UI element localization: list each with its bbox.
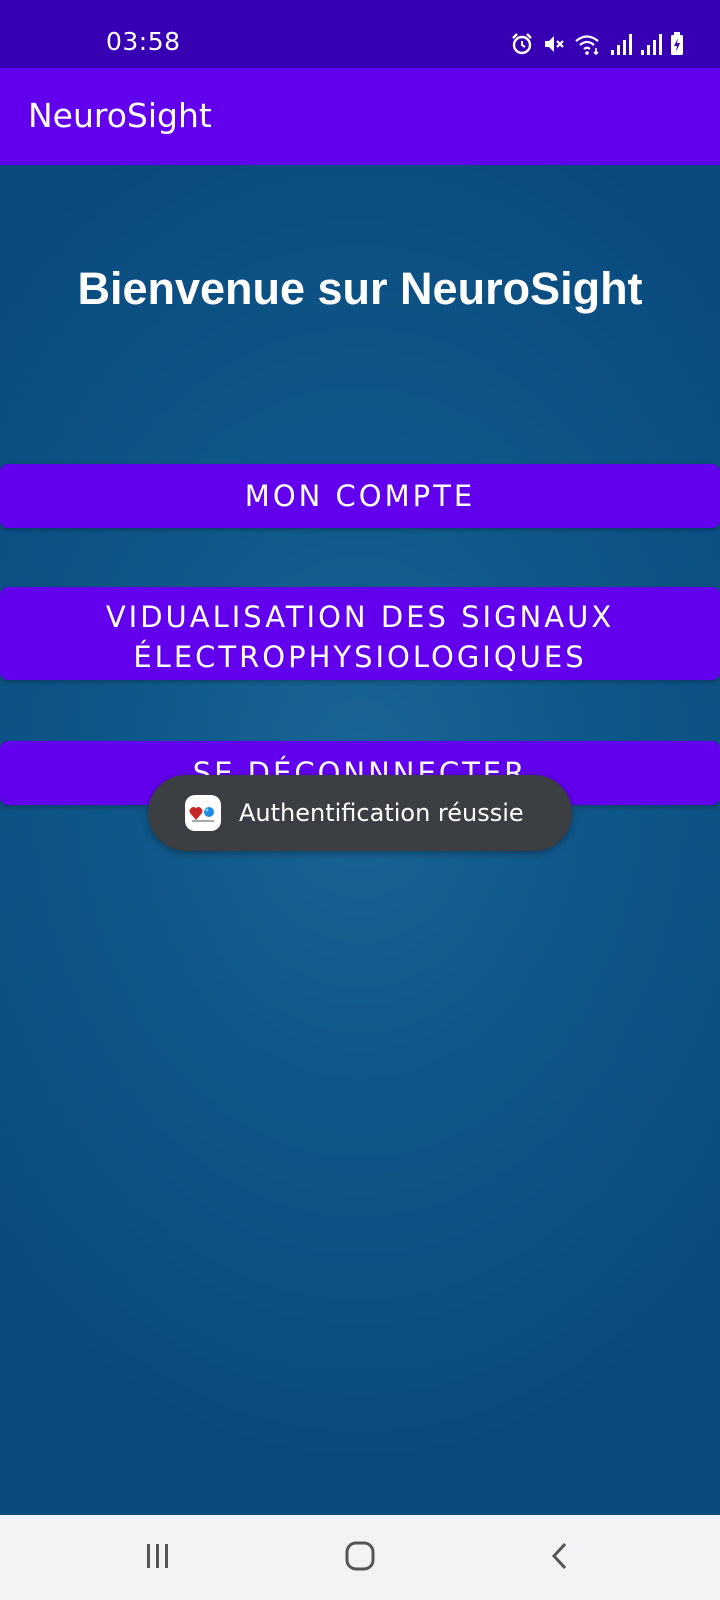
signal-icon xyxy=(640,32,662,56)
signals-button-line1: VIDUALISATION DES SIGNAUX xyxy=(105,599,615,634)
signal-icon xyxy=(610,32,632,56)
status-bar: 03:58 xyxy=(0,0,720,68)
back-icon xyxy=(548,1541,572,1575)
toast-message: Authentification réussie xyxy=(239,799,524,827)
recents-button[interactable] xyxy=(98,1515,218,1600)
wifi-icon xyxy=(574,32,602,56)
back-button[interactable] xyxy=(500,1515,620,1600)
mute-icon xyxy=(542,32,566,56)
battery-icon xyxy=(670,32,684,56)
my-account-button[interactable]: MON COMPTE xyxy=(0,464,720,528)
app-bar: NeuroSight xyxy=(0,68,720,165)
app-title: NeuroSight xyxy=(28,96,212,135)
status-icons xyxy=(510,30,684,58)
alarm-icon xyxy=(510,32,534,56)
screen: 03:58 NeuroSight Bienvenue sur NeuroSigh… xyxy=(0,0,720,1600)
home-icon xyxy=(344,1540,376,1576)
app-logo-icon xyxy=(185,795,221,831)
recents-icon xyxy=(143,1542,173,1574)
signals-button-line2: ÉLECTROPHYSIOLOGIQUES xyxy=(133,639,587,674)
home-button[interactable] xyxy=(300,1515,420,1600)
status-time: 03:58 xyxy=(106,27,181,56)
signals-visualization-button[interactable]: VIDUALISATION DES SIGNAUX ÉLECTROPHYSIOL… xyxy=(0,587,720,680)
welcome-heading: Bienvenue sur NeuroSight xyxy=(77,263,643,314)
navigation-bar xyxy=(0,1515,720,1600)
toast: Authentification réussie xyxy=(148,775,572,851)
